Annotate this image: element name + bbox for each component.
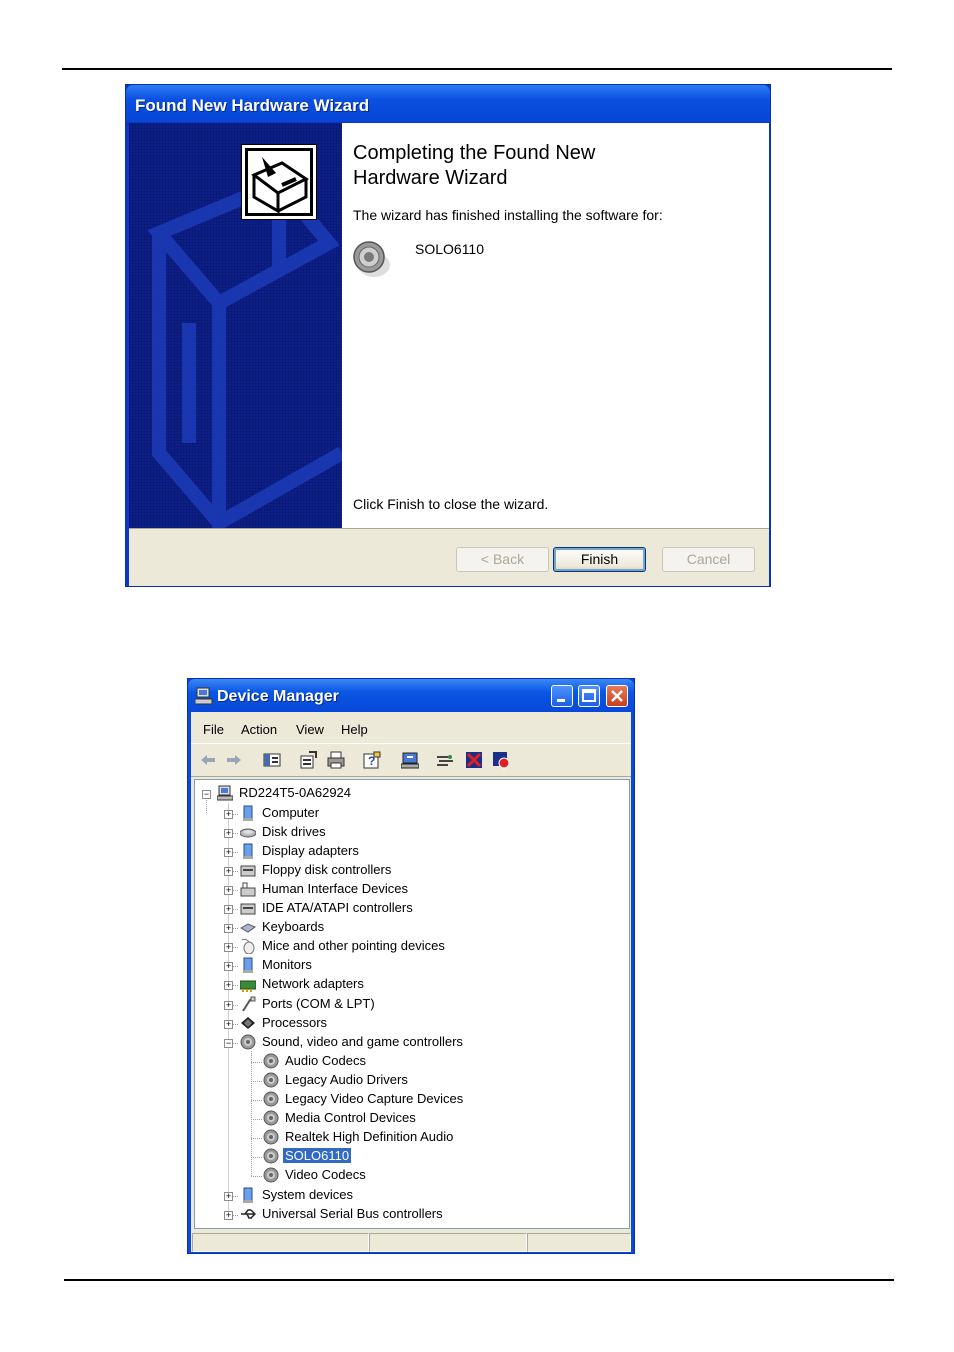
- root-computer-name: RD224T5-0A62924: [239, 785, 352, 800]
- system-devices-icon: [243, 1187, 253, 1203]
- device-manager-app-icon: [194, 687, 213, 705]
- sound-device-icon: [263, 1091, 279, 1107]
- wizard-finished-text: The wizard has finished installing the s…: [353, 207, 663, 223]
- category-floppy-controller-toggle[interactable]: +: [224, 867, 233, 876]
- bottom-rule: [64, 1279, 894, 1281]
- category-ide-controller-toggle[interactable]: +: [224, 905, 233, 914]
- device-manager-client-area: File Action View Help ? − RD224T5-0A6292…: [191, 712, 631, 1252]
- minimize-icon: [557, 699, 565, 702]
- sound-device-icon: [263, 1110, 279, 1126]
- wizard-close-instruction: Click Finish to close the wizard.: [353, 496, 549, 512]
- disable-icon[interactable]: [492, 751, 510, 769]
- port-icon: [242, 996, 256, 1012]
- menu-bar: File Action View Help: [191, 712, 631, 742]
- help-icon[interactable]: ?: [363, 751, 381, 769]
- print-icon[interactable]: [327, 751, 345, 769]
- wizard-heading-line2: Hardware Wizard: [353, 167, 508, 189]
- category-disk-drive-toggle[interactable]: +: [224, 829, 233, 838]
- sound-device-icon: [263, 1167, 279, 1183]
- menu-file[interactable]: File: [203, 722, 224, 737]
- toolbar: ?: [191, 743, 631, 777]
- computer-icon: [217, 785, 233, 801]
- mouse-icon: [241, 938, 255, 954]
- device-manager-title: Device Manager: [217, 688, 339, 705]
- wizard-heading-line1: Completing the Found New: [353, 142, 596, 164]
- finish-button[interactable]: Finish: [553, 547, 646, 572]
- status-pane-2: [369, 1233, 527, 1252]
- category-display-adapter-toggle[interactable]: +: [224, 848, 233, 857]
- category-processor-toggle[interactable]: +: [224, 1020, 233, 1029]
- processor-icon: [241, 1017, 255, 1029]
- collapse-root-toggle[interactable]: −: [202, 790, 211, 799]
- usb-icon: [241, 1209, 256, 1219]
- top-rule: [62, 68, 892, 70]
- status-pane-3: [527, 1233, 631, 1252]
- display-adapter-icon: [243, 843, 253, 859]
- disk-drive-icon: [240, 828, 256, 838]
- wizard-titlebar[interactable]: Found New Hardware Wizard: [126, 85, 770, 122]
- device-tree[interactable]: − RD224T5-0A62924 + Computer + Disk drives +…: [194, 779, 630, 1229]
- wizard-content-panel: Completing the Found New Hardware Wizard…: [342, 123, 769, 528]
- hid-icon: [240, 882, 256, 897]
- sound-device-icon: [263, 1148, 279, 1164]
- minimize-button[interactable]: [551, 685, 573, 707]
- found-new-hardware-wizard-window: Found New Hardware Wizard Completing the…: [125, 84, 771, 587]
- category-sound-video-game-controllers-toggle[interactable]: −: [224, 1039, 233, 1048]
- computer-icon: [243, 805, 253, 821]
- maximize-button[interactable]: [578, 685, 600, 707]
- category-usb-toggle[interactable]: +: [224, 1211, 233, 1220]
- sound-device-icon: [263, 1129, 279, 1145]
- uninstall-icon[interactable]: [465, 751, 483, 769]
- menu-view[interactable]: View: [296, 722, 324, 737]
- category-port-toggle[interactable]: +: [224, 1001, 233, 1010]
- wizard-title: Found New Hardware Wizard: [135, 96, 370, 115]
- wizard-device-name: SOLO6110: [415, 241, 485, 257]
- category-keyboard-toggle[interactable]: +: [224, 924, 233, 933]
- scan-hardware-icon[interactable]: [436, 751, 454, 769]
- ide-controller-icon: [240, 903, 256, 915]
- close-button[interactable]: [606, 685, 628, 707]
- category-hid-toggle[interactable]: +: [224, 886, 233, 895]
- speaker-icon: [352, 239, 394, 281]
- wizard-side-banner: [129, 123, 342, 528]
- forward-arrow-icon[interactable]: [225, 751, 243, 769]
- monitor-icon: [243, 957, 253, 973]
- category-computer-toggle[interactable]: +: [224, 810, 233, 819]
- wizard-heading: Completing the Found New Hardware Wizard: [353, 141, 753, 191]
- back-button[interactable]: < Back: [456, 547, 549, 572]
- sound-device-icon: [263, 1053, 279, 1069]
- show-hide-console-tree-icon[interactable]: [263, 751, 281, 769]
- category-system-devices-toggle[interactable]: +: [224, 1192, 233, 1201]
- category-network-adapter-toggle[interactable]: +: [224, 981, 233, 990]
- keyboard-icon: [240, 923, 256, 933]
- wizard-button-bar: < Back Finish Cancel: [129, 528, 769, 586]
- category-mouse-toggle[interactable]: +: [224, 943, 233, 952]
- tree-connector-lines: [206, 800, 262, 1216]
- menu-action[interactable]: Action: [241, 722, 277, 737]
- network-adapter-icon: [240, 980, 256, 992]
- status-pane-1: [192, 1233, 369, 1252]
- device-manager-window: Device Manager File Action View Help ? −…: [187, 678, 635, 1254]
- cancel-button[interactable]: Cancel: [662, 547, 755, 572]
- hardware-install-icon: [241, 144, 317, 220]
- device-manager-titlebar[interactable]: Device Manager: [188, 679, 634, 712]
- menu-help[interactable]: Help: [341, 722, 368, 737]
- close-icon: [611, 690, 623, 702]
- properties-icon[interactable]: [299, 751, 317, 769]
- floppy-controller-icon: [240, 865, 256, 877]
- status-bar: [191, 1231, 631, 1252]
- update-driver-icon[interactable]: [401, 751, 419, 769]
- sound-icon: [240, 1034, 256, 1050]
- maximize-icon: [582, 689, 596, 702]
- back-arrow-icon[interactable]: [199, 751, 217, 769]
- sound-device-icon: [263, 1072, 279, 1088]
- category-monitor-toggle[interactable]: +: [224, 962, 233, 971]
